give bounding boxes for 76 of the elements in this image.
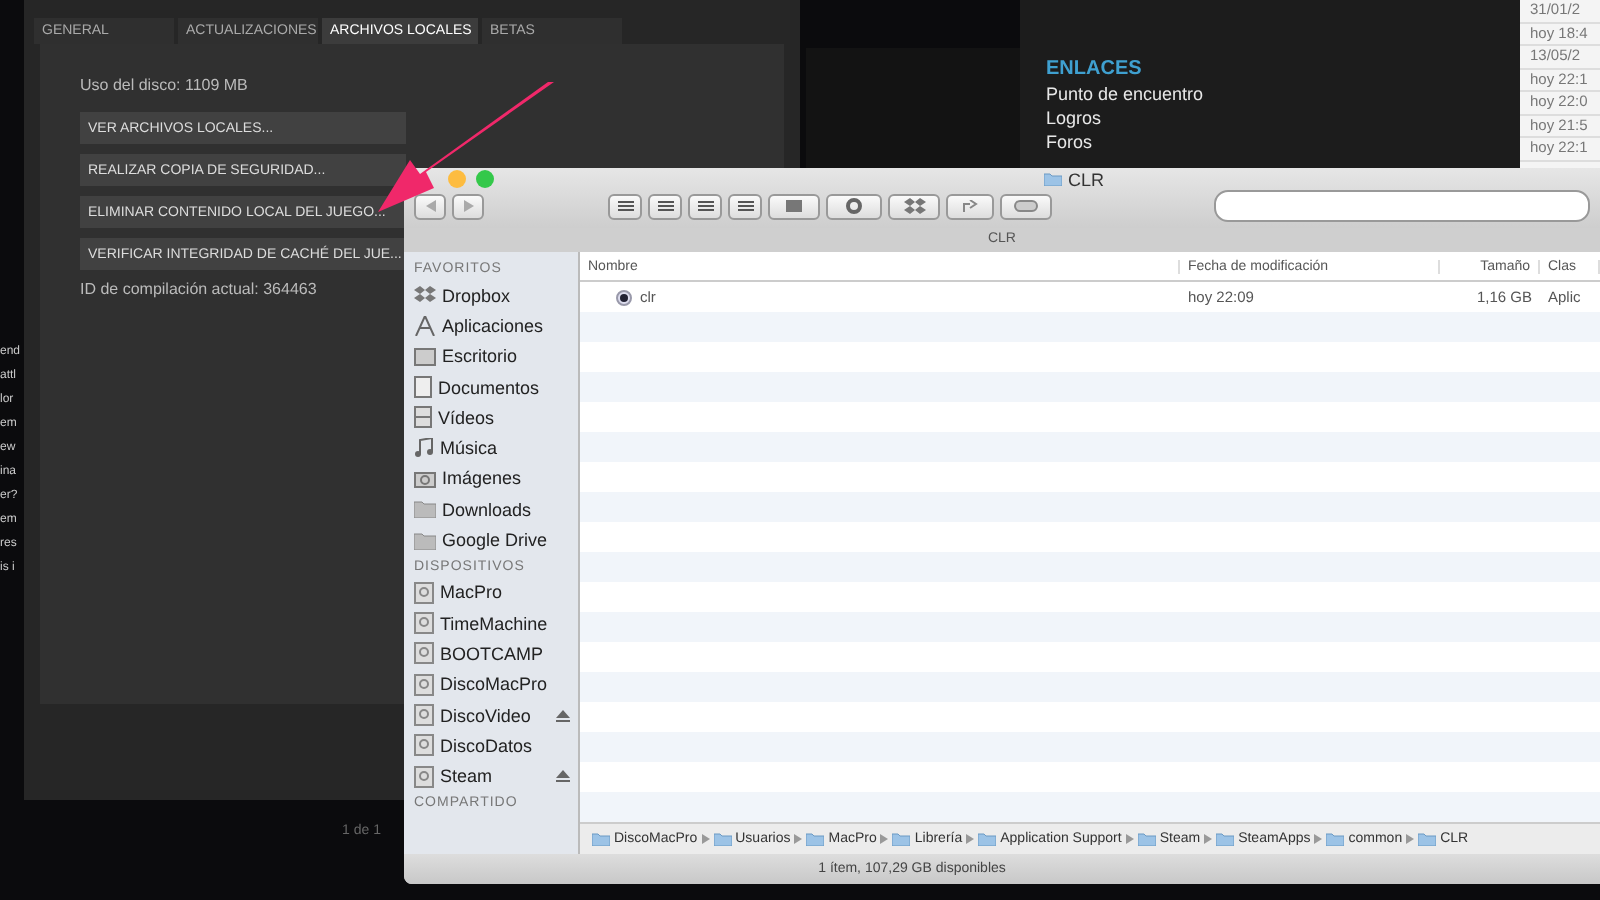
- view-button[interactable]: [608, 193, 642, 219]
- folder-icon: [892, 832, 911, 846]
- chevron-icon: [701, 834, 710, 844]
- sidebar-item[interactable]: MacPro: [414, 577, 578, 608]
- forward-icon: [463, 200, 473, 212]
- link[interactable]: Punto de encuentro: [1046, 84, 1520, 104]
- app-icon: [616, 289, 632, 305]
- film-icon: [414, 406, 432, 429]
- link[interactable]: Logros: [1046, 108, 1520, 128]
- sidebar-item[interactable]: Downloads: [414, 494, 578, 525]
- folder-icon: [1216, 832, 1235, 846]
- grid-icon: [786, 200, 802, 212]
- folder-icon: [1326, 832, 1345, 846]
- sidebar-item[interactable]: Google Drive: [414, 524, 578, 556]
- sidebar-item[interactable]: DiscoMacPro: [414, 669, 578, 700]
- sidebar-item[interactable]: Escritorio: [414, 341, 578, 372]
- sidebar-item[interactable]: Vídeos: [414, 402, 578, 433]
- view-button[interactable]: [648, 193, 682, 219]
- view-icon: [657, 200, 673, 212]
- document-icon: [414, 376, 432, 399]
- chevron-icon: [880, 834, 889, 844]
- disk-usage-text: Uso del disco: 1109 MB: [80, 76, 248, 94]
- folder-icon: [806, 832, 825, 846]
- apps-icon: [414, 315, 436, 336]
- folder-icon: [713, 832, 732, 846]
- folder-icon: [592, 832, 610, 846]
- tag-button[interactable]: [1000, 193, 1052, 219]
- settings-icon: [846, 198, 862, 214]
- back-icon: [425, 200, 435, 212]
- folder-icon: [1137, 832, 1156, 846]
- settings-button[interactable]: [826, 193, 882, 219]
- forward-button[interactable]: [452, 193, 484, 219]
- dropbox-button[interactable]: [888, 193, 940, 219]
- section-title: ENLACES: [1046, 58, 1144, 80]
- tag-icon: [1014, 200, 1038, 212]
- arrange-button[interactable]: [768, 193, 820, 219]
- chevron-icon: [966, 834, 975, 844]
- eject-icon[interactable]: [556, 770, 570, 783]
- dropbox-icon: [903, 197, 925, 215]
- share-icon: [962, 199, 978, 213]
- music-note-icon: [414, 438, 434, 459]
- view-button[interactable]: [688, 193, 722, 219]
- share-button[interactable]: [946, 193, 994, 219]
- sidebar-item[interactable]: DiscoDatos: [414, 730, 578, 761]
- sidebar-item[interactable]: Aplicaciones: [414, 310, 578, 342]
- back-button[interactable]: [414, 193, 446, 219]
- sidebar-item[interactable]: Imágenes: [414, 463, 578, 495]
- sidebar-item[interactable]: Steam: [414, 760, 578, 792]
- view-icon: [697, 200, 713, 212]
- view-icon: [617, 200, 633, 212]
- eject-icon[interactable]: [556, 709, 570, 721]
- folder-icon: [1044, 172, 1062, 186]
- search-field[interactable]: [1214, 190, 1590, 222]
- sidebar-item[interactable]: Música: [414, 432, 578, 464]
- dropbox-icon: [414, 286, 436, 305]
- view-icon: [737, 200, 753, 212]
- folder-icon: [978, 832, 997, 846]
- sidebar-item[interactable]: Dropbox: [414, 280, 578, 311]
- sidebar-item[interactable]: Documentos: [414, 371, 578, 403]
- link[interactable]: Foros: [1046, 132, 1520, 152]
- desktop-icon: [414, 347, 436, 366]
- sidebar-item[interactable]: BOOTCAMP: [414, 638, 578, 670]
- chevron-icon: [794, 834, 803, 844]
- sidebar-item[interactable]: TimeMachine: [414, 607, 578, 639]
- sidebar-item[interactable]: DiscoVideo: [414, 699, 578, 731]
- camera-icon: [414, 469, 436, 488]
- chevron-icon: [1314, 834, 1323, 844]
- window-title: CLR: [1044, 169, 1105, 189]
- build-id-text: ID de compilación actual: 364463: [80, 280, 317, 298]
- folder-icon: [1418, 832, 1437, 846]
- chevron-icon: [1406, 834, 1415, 844]
- view-button[interactable]: [728, 193, 762, 219]
- folder-icon: [414, 500, 436, 519]
- chevron-icon: [1125, 834, 1134, 844]
- chevron-icon: [1204, 834, 1213, 844]
- folder-icon: [414, 531, 436, 550]
